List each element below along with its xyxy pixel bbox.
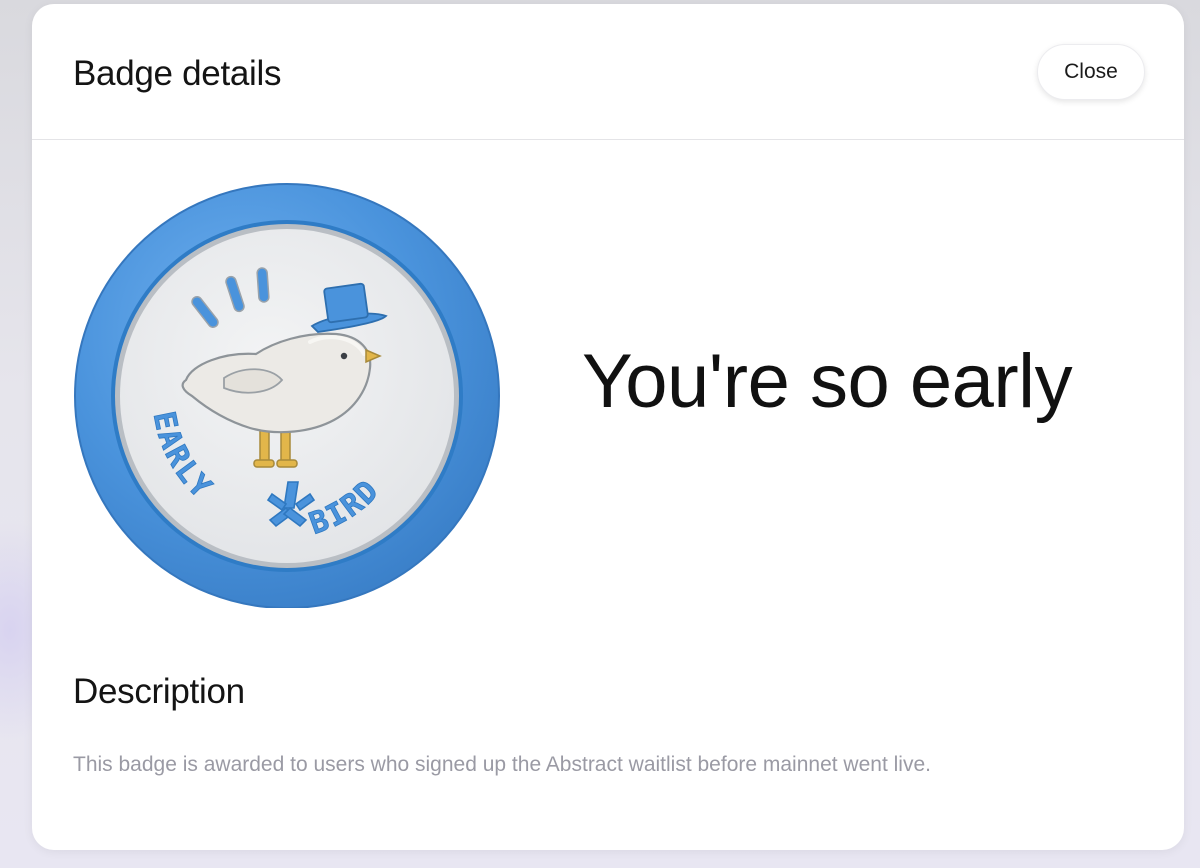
description-text: This badge is awarded to users who signe…	[73, 753, 931, 776]
early-bird-badge-graphic: EARLY BIRD	[74, 183, 500, 608]
badge-image: EARLY BIRD	[74, 182, 500, 608]
description-heading: Description	[73, 672, 245, 711]
badge-name: You're so early	[582, 339, 1073, 424]
close-button[interactable]: Close	[1037, 44, 1145, 100]
modal-title: Badge details	[73, 54, 282, 93]
modal-header: Badge details Close	[32, 4, 1184, 140]
badge-details-modal: Badge details Close EARLY BIRD You're so…	[32, 4, 1184, 850]
